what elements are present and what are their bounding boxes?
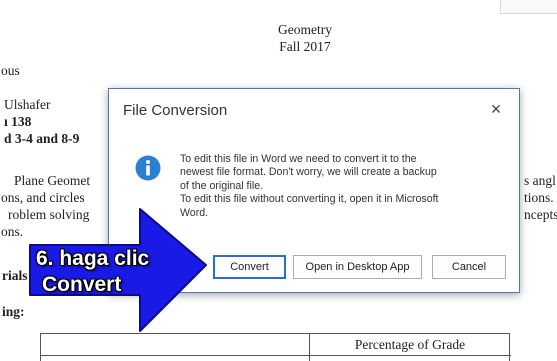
table-divider [41, 355, 511, 356]
doc-line: rials [2, 268, 28, 283]
convert-button[interactable]: Convert [213, 255, 286, 279]
dialog-message-line: To edit this file without converting it,… [180, 193, 439, 206]
table-header-percentage: Percentage of Grade [354, 337, 466, 352]
ribbon-edge [500, 0, 557, 14]
dialog-message-line: of the original file. [180, 179, 264, 192]
doc-title-line1: Geometry [278, 22, 332, 37]
doc-line: ı 138 [4, 114, 32, 129]
dialog-message-line: newest file format. Don't worry, we will… [180, 166, 437, 179]
cancel-button[interactable]: Cancel [432, 255, 506, 279]
doc-line: tions. [524, 190, 554, 205]
dialog-message-line: To edit this file in Word we need to con… [180, 153, 417, 165]
doc-line: d 3-4 and 8-9 [4, 131, 80, 146]
dialog-title: File Conversion [123, 102, 228, 119]
dialog-message-line: Word. [180, 206, 209, 219]
open-in-desktop-app-button[interactable]: Open in Desktop App [293, 255, 422, 279]
doc-line: ons. [1, 224, 24, 239]
doc-line: ing: [2, 304, 25, 319]
doc-line: Ulshafer [4, 97, 51, 112]
doc-line: s angl [524, 173, 556, 188]
dialog-message: To edit this file in Word we need to con… [180, 153, 500, 220]
doc-title-line2: Fall 2017 [279, 39, 331, 54]
doc-line: ons, and circles [1, 190, 85, 205]
doc-line: ous [1, 63, 20, 78]
doc-line: ncepts [524, 207, 557, 222]
doc-line: Plane Geomet [14, 173, 91, 188]
close-icon[interactable]: × [485, 98, 507, 120]
info-icon [135, 155, 161, 181]
grade-table: Percentage of Grade [40, 333, 511, 361]
file-conversion-dialog: File Conversion × To edit this file in W… [108, 88, 520, 293]
doc-line: roblem solving [8, 207, 90, 222]
